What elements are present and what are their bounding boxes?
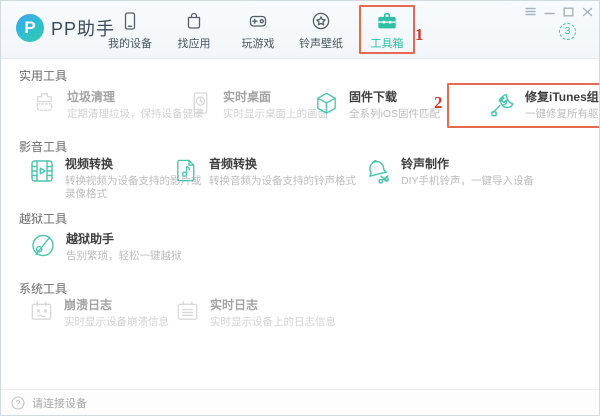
section-title-jailbreak-tools: 越狱工具 <box>19 210 67 227</box>
tool-subtitle: 定期清理垃圾，保持设备健康 <box>67 108 204 121</box>
gamepad-icon <box>229 10 287 32</box>
svg-text:?: ? <box>16 397 21 407</box>
music-doc-icon <box>173 157 200 184</box>
connection-status-text: 请连接设备 <box>32 395 87 411</box>
tool-subtitle: 一键修复所有驱动组件 <box>525 108 600 121</box>
crash-log-icon <box>28 298 55 325</box>
tool-title: 音频转换 <box>209 157 356 171</box>
tool-title: 实时日志 <box>210 298 336 312</box>
clean-brush-icon <box>31 90 58 117</box>
tool-item-crash-log[interactable]: 崩溃日志 实时显示设备崩溃信息 <box>28 298 169 329</box>
tab-label: 玩游戏 <box>229 35 287 51</box>
section-title-media-tools: 影音工具 <box>19 138 67 155</box>
annotation-step-2: 2 <box>434 93 443 113</box>
tool-subtitle: 实时显示设备崩溃信息 <box>64 316 169 329</box>
tool-item-junk-clean[interactable]: 垃圾清理 定期清理垃圾，保持设备健康 <box>31 90 204 121</box>
toolbox-icon <box>358 10 416 32</box>
tool-item-repair-itunes[interactable]: 修复iTunes组件 一键修复所有驱动组件 <box>487 90 600 121</box>
status-bar: ? 请连接设备 <box>1 389 599 415</box>
annotation-step-1: 1 <box>415 25 424 45</box>
tool-title: 固件下载 <box>349 90 440 104</box>
tab-label: 工具箱 <box>358 35 416 51</box>
tab-label: 铃声壁纸 <box>292 35 350 51</box>
tool-item-realtime-desktop[interactable]: 实时桌面 实时显示桌面上的画面 <box>187 90 328 121</box>
tool-subtitle: 转换音频为设备支持的铃声格式 <box>209 175 356 188</box>
tool-subtitle: 实时显示设备上的日志信息 <box>210 316 336 329</box>
close-button[interactable] <box>581 5 594 18</box>
bell-scissors-icon <box>363 157 392 186</box>
appstore-bag-icon <box>165 10 223 32</box>
film-convert-icon <box>28 157 56 185</box>
header-bar: P PP助手 我的设备 找应用 玩游戏 铃声壁纸 <box>1 1 599 59</box>
tool-title: 越狱助手 <box>66 232 182 246</box>
tab-play-games[interactable]: 玩游戏 <box>229 10 287 51</box>
tool-item-audio-convert[interactable]: 音频转换 转换音频为设备支持的铃声格式 <box>173 157 356 188</box>
tab-label: 找应用 <box>165 35 223 51</box>
tool-subtitle: DIY手机铃声，一键导入设备 <box>401 175 534 188</box>
section-title-practical-tools: 实用工具 <box>19 67 67 84</box>
repair-tools-icon <box>487 90 516 119</box>
tool-subtitle: 全系列iOS固件匹配 <box>349 108 440 121</box>
menu-button[interactable] <box>524 5 537 18</box>
phone-clock-icon <box>187 90 214 117</box>
tab-ringtones-wallpapers[interactable]: 铃声壁纸 <box>292 10 350 51</box>
tool-title: 崩溃日志 <box>64 298 169 312</box>
realtime-log-icon <box>174 298 201 325</box>
minimize-button[interactable] <box>543 5 556 18</box>
tool-subtitle: 告别繁琐，轻松一键越狱 <box>66 250 182 263</box>
firmware-cube-icon <box>313 90 340 117</box>
pp-assistant-window: P PP助手 我的设备 找应用 玩游戏 铃声壁纸 <box>0 0 600 416</box>
question-circle-icon: ? <box>11 396 25 410</box>
window-controls <box>524 5 594 18</box>
tool-title: 垃圾清理 <box>67 90 204 104</box>
tool-item-realtime-log[interactable]: 实时日志 实时显示设备上的日志信息 <box>174 298 336 329</box>
maximize-button[interactable] <box>562 5 575 18</box>
tab-label: 我的设备 <box>101 35 159 51</box>
tool-item-firmware-download[interactable]: 固件下载 全系列iOS固件匹配 <box>313 90 440 121</box>
tool-title: 铃声制作 <box>401 157 534 171</box>
tool-item-ringtone-maker[interactable]: 铃声制作 DIY手机铃声，一键导入设备 <box>363 157 534 188</box>
tab-my-devices[interactable]: 我的设备 <box>101 10 159 51</box>
section-title-system-tools: 系统工具 <box>19 280 67 297</box>
tab-toolbox[interactable]: 工具箱 <box>358 10 416 51</box>
tool-title: 修复iTunes组件 <box>525 90 600 104</box>
pp-logo-icon: P <box>16 14 44 42</box>
star-circle-icon <box>292 10 350 32</box>
tab-find-apps[interactable]: 找应用 <box>165 10 223 51</box>
phone-icon <box>101 10 159 32</box>
jailbreak-circle-icon <box>29 232 57 260</box>
notification-badge[interactable]: 3 <box>559 23 576 40</box>
tool-item-jailbreak-assistant[interactable]: 越狱助手 告别繁琐，轻松一键越狱 <box>29 232 182 263</box>
